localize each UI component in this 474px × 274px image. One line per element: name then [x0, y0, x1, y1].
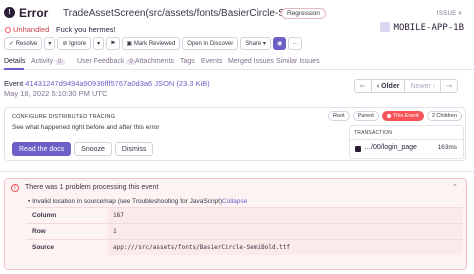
detail-row-row: Row 1: [26, 223, 463, 239]
event-id-link[interactable]: 41431247d9494a90936fff5767a0d3a6: [25, 79, 152, 88]
detail-value-box: 1: [108, 224, 463, 239]
newest-event-button[interactable]: ⇥: [439, 79, 458, 93]
short-id-text: MOBILE-APP-1B: [393, 23, 464, 33]
ignore-dropdown-button[interactable]: ▾: [93, 37, 105, 50]
more-actions-button[interactable]: ···: [288, 37, 303, 50]
tab-activity[interactable]: Activity 0: [31, 58, 65, 65]
section-divider: [0, 171, 474, 172]
alert-title: There was 1 problem processing this even…: [25, 184, 159, 191]
active-tab-indicator: [4, 68, 24, 70]
snooze-button[interactable]: Snooze: [74, 142, 112, 156]
open-in-discover-button[interactable]: Open in Discover: [182, 37, 239, 50]
trace-this-event-pill[interactable]: This Event: [381, 111, 424, 121]
this-event-dot-icon: [386, 114, 391, 118]
detail-value: 1: [113, 228, 117, 235]
tracing-actions: Read the docs Snooze Dismiss: [12, 142, 154, 156]
issue-header: ! Error TradeAssetScreen(src/assets/font…: [4, 5, 470, 37]
processing-error-alert: ! There was 1 problem processing this ev…: [4, 178, 467, 270]
project-icon: [379, 22, 390, 32]
issue-number-label: ISSUE #: [436, 11, 462, 17]
issue-message: Fuck you hermes!: [56, 25, 116, 34]
transaction-heading: TRANSACTION: [354, 130, 393, 136]
event-timestamp: May 18, 2022 5:10:30 PM UTC: [4, 89, 108, 98]
issue-actions-toolbar: ✓ Resolve ▾ ⊘ Ignore ▾ ⚑ ▣ Mark Reviewed…: [4, 37, 303, 50]
read-docs-button[interactable]: Read the docs: [12, 142, 72, 156]
resolve-dropdown-button[interactable]: ▾: [44, 37, 56, 50]
tab-similar-issues[interactable]: Similar Issues: [276, 58, 320, 65]
transaction-duration: 163ms: [437, 144, 457, 151]
transaction-popover: TRANSACTION …/00/login_page 163ms: [349, 125, 464, 159]
detail-key: Column: [32, 212, 57, 219]
detail-row-column: Column 167: [26, 207, 463, 223]
tab-activity-count: 0: [55, 59, 65, 65]
detail-value: 167: [113, 212, 124, 219]
tracing-description: See what happened right before and after…: [12, 124, 160, 131]
resolve-button[interactable]: ✓ Resolve: [4, 37, 43, 50]
newer-event-button[interactable]: Newer ›: [404, 79, 441, 93]
tab-user-feedback-label: User Feedback: [77, 58, 125, 65]
unhandled-icon: [5, 27, 11, 33]
issue-type-title: Error: [19, 6, 49, 20]
tab-merged-issues[interactable]: Merged Issues: [228, 58, 274, 65]
tab-activity-label: Activity: [31, 58, 54, 65]
trace-parent-pill[interactable]: Parent: [352, 111, 379, 121]
tracing-heading: CONFIGURE DISTRIBUTED TRACING: [12, 114, 116, 120]
transaction-path-link[interactable]: …/00/login_page: [364, 144, 417, 151]
alert-details: • Invalid location in sourcemap (see Tro…: [20, 195, 463, 267]
detail-value: app:///src/assets/fonts/BasierCircle-Sem…: [113, 244, 291, 251]
error-item-description: • Invalid location in sourcemap (see Tro…: [28, 198, 223, 205]
detail-value-box: app:///src/assets/fonts/BasierCircle-Sem…: [108, 240, 463, 255]
unhandled-tag: Unhandled: [5, 25, 49, 34]
subscribe-button[interactable]: ◉: [272, 37, 287, 50]
tab-user-feedback[interactable]: User Feedback 0: [77, 58, 136, 65]
regression-badge: Regression: [281, 8, 326, 19]
tab-events[interactable]: Events: [201, 58, 222, 65]
event-label: Event: [4, 79, 24, 88]
warning-icon: !: [11, 184, 19, 192]
distributed-tracing-card: CONFIGURE DISTRIBUTED TRACING See what h…: [4, 107, 466, 161]
older-event-button[interactable]: ‹ Older: [370, 79, 406, 93]
mark-reviewed-button[interactable]: ▣ Mark Reviewed: [121, 37, 181, 50]
issue-tabs: Details Activity 0 User Feedback 0 Attachm…: [0, 56, 474, 70]
detail-key: Source: [32, 244, 55, 251]
trace-children-pill[interactable]: 2 Children: [426, 111, 462, 121]
event-id-line: Event 41431247d9494a90936fff5767a0d3a6 J…: [4, 79, 210, 88]
detail-key: Row: [32, 228, 46, 235]
ignore-button[interactable]: ⊘ Ignore: [57, 37, 92, 50]
detail-value-box: 167: [108, 208, 463, 223]
collapse-link[interactable]: Collapse: [222, 198, 247, 205]
detail-row-source: Source app:///src/assets/fonts/BasierCir…: [26, 239, 463, 255]
short-id[interactable]: MOBILE-APP-1B: [379, 22, 464, 33]
tab-details[interactable]: Details: [4, 58, 25, 65]
tab-attachments[interactable]: Attachments: [135, 58, 174, 65]
this-event-label: This Event: [392, 113, 419, 119]
error-level-icon: !: [4, 7, 15, 18]
transaction-divider: [350, 139, 463, 140]
trace-navigator: Root Parent This Event 2 Children: [328, 111, 462, 121]
trace-root-pill[interactable]: Root: [328, 111, 350, 121]
transaction-icon: [355, 146, 361, 152]
dismiss-button[interactable]: Dismiss: [114, 142, 154, 156]
chevron-up-icon[interactable]: ⌃: [452, 183, 458, 191]
event-navigation: ⇤ ‹ Older Newer › ⇥: [354, 79, 458, 93]
oldest-event-button[interactable]: ⇤: [354, 79, 372, 93]
unhandled-label: Unhandled: [13, 25, 50, 34]
bookmark-button[interactable]: ⚑: [106, 37, 120, 50]
share-button[interactable]: Share ▾: [240, 37, 271, 50]
tab-tags[interactable]: Tags: [180, 58, 195, 65]
event-json-link[interactable]: JSON (23.3 KiB): [154, 79, 209, 88]
